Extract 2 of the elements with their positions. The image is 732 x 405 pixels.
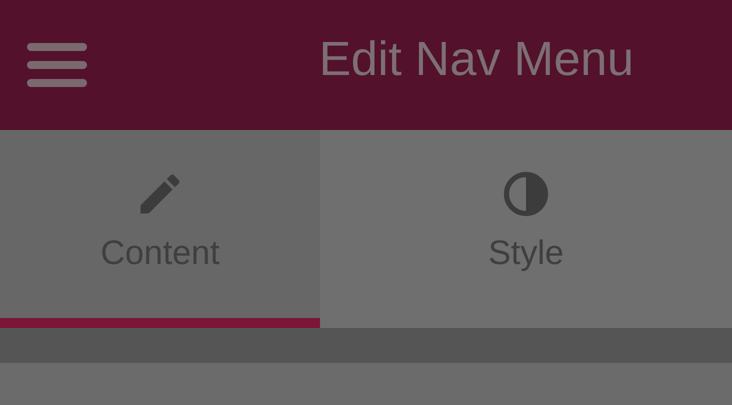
menu-icon[interactable]: [27, 43, 87, 87]
page-title: Edit Nav Menu: [319, 32, 634, 86]
